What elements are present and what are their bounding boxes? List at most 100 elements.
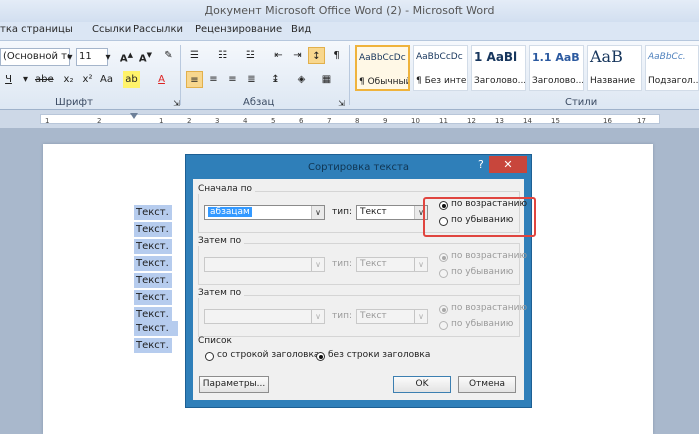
cancel-button[interactable]: Отмена xyxy=(458,376,516,393)
ruler-tick: 12 xyxy=(467,117,476,125)
then-by-type-select-1[interactable]: Текст ∨ xyxy=(356,257,428,272)
with-header-row-radio[interactable] xyxy=(205,352,214,361)
font-color-icon[interactable]: A xyxy=(153,71,170,88)
ok-button[interactable]: OK xyxy=(393,376,451,393)
font-name-combo[interactable]: (Основной те xyxy=(0,48,70,66)
style-label: Заголово... xyxy=(532,76,584,86)
group-divider xyxy=(180,45,181,105)
style-preview: 1.1 AaB xyxy=(532,51,580,64)
shading-icon[interactable]: ◈ xyxy=(293,71,310,88)
style-heading-1[interactable]: 1 AaBl Заголово... xyxy=(471,45,526,91)
document-line[interactable]: Текст. xyxy=(134,205,172,220)
change-case-icon[interactable]: Aa xyxy=(98,71,115,88)
style-preview: AaBbCcDc xyxy=(416,52,463,62)
style-label: Название xyxy=(590,76,636,86)
line-spacing-icon[interactable]: ↨ xyxy=(267,71,284,88)
then-by-descending-radio-2[interactable] xyxy=(439,321,448,330)
first-line-indent-marker[interactable] xyxy=(130,113,138,119)
clear-format-icon[interactable]: ✎ xyxy=(160,47,177,64)
style-preview: AaBbCc. xyxy=(648,52,686,62)
then-by-descending-label-2[interactable]: по убыванию xyxy=(451,319,513,329)
then-by-descending-radio-1[interactable] xyxy=(439,269,448,278)
tab-page-layout[interactable]: тка страницы xyxy=(0,24,73,35)
document-line[interactable]: Текст. xyxy=(134,273,172,288)
then-by-field-select-1[interactable]: ∨ xyxy=(204,257,325,272)
multilevel-list-icon[interactable]: ☳ xyxy=(242,47,259,64)
show-marks-icon[interactable]: ¶ xyxy=(328,47,345,64)
grow-font-icon[interactable]: A▲ xyxy=(118,47,135,64)
ruler-tick: 4 xyxy=(243,117,248,125)
style-normal[interactable]: AaBbCcDc ¶ Обычный xyxy=(355,45,410,91)
document-line[interactable]: Текст. xyxy=(134,222,172,237)
then-by-ascending-label-2[interactable]: по возрастанию xyxy=(451,303,527,313)
font-size-dropdown-icon[interactable]: ▾ xyxy=(104,49,112,66)
chevron-down-icon: ∨ xyxy=(311,206,324,219)
chevron-down-icon: ∨ xyxy=(311,310,324,323)
tab-references[interactable]: Ссылки xyxy=(92,24,131,35)
document-line[interactable]: Текст. xyxy=(134,290,172,305)
underline-dropdown-icon[interactable]: ▾ xyxy=(17,71,34,88)
then-by-ascending-radio-1[interactable] xyxy=(439,253,448,262)
style-heading-2[interactable]: 1.1 AaB Заголово... xyxy=(529,45,584,91)
shrink-font-icon[interactable]: A▼ xyxy=(137,47,154,64)
with-header-row-label[interactable]: со строкой заголовка xyxy=(217,350,319,360)
borders-icon[interactable]: ▦ xyxy=(318,71,335,88)
sort-icon[interactable]: ↕ xyxy=(308,47,325,64)
then-by-label-1: Затем по xyxy=(198,236,245,246)
subscript-icon[interactable]: x₂ xyxy=(60,71,77,88)
ruler-tick: 7 xyxy=(327,117,332,125)
without-header-row-label[interactable]: без строки заголовка xyxy=(328,350,430,360)
justify-icon[interactable]: ≣ xyxy=(243,71,260,88)
sort-by-type-select[interactable]: Текст ∨ xyxy=(356,205,428,220)
underline-icon[interactable]: Ч xyxy=(0,71,17,88)
style-title[interactable]: AaB Название xyxy=(587,45,642,91)
annotation-highlight-box xyxy=(423,197,536,237)
options-button[interactable]: Параметры... xyxy=(199,376,269,393)
then-by-field-select-2[interactable]: ∨ xyxy=(204,309,325,324)
align-center-icon[interactable]: ≡ xyxy=(205,71,222,88)
document-line[interactable]: Текст. xyxy=(134,256,172,271)
superscript-icon[interactable]: x² xyxy=(79,71,96,88)
style-subtitle[interactable]: AaBbCc. Подзагол... xyxy=(645,45,699,91)
ruler-tick: 13 xyxy=(495,117,504,125)
increase-indent-icon[interactable]: ⇥ xyxy=(289,47,306,64)
window-title: Документ Microsoft Office Word (2) - Mic… xyxy=(204,4,495,17)
sort-by-field-value: абзацам xyxy=(208,207,252,217)
style-no-spacing[interactable]: AaBbCcDc ¶ Без инте... xyxy=(413,45,468,91)
align-right-icon[interactable]: ≡ xyxy=(224,71,241,88)
decrease-indent-icon[interactable]: ⇤ xyxy=(270,47,287,64)
horizontal-ruler[interactable]: 1 2 1 2 3 4 5 6 7 8 9 10 11 12 13 14 15 … xyxy=(0,110,699,129)
document-line[interactable]: Текст. xyxy=(134,307,172,322)
tab-mailings[interactable]: Рассылки xyxy=(133,24,183,35)
sort-by-type-label: тип: xyxy=(332,207,353,217)
ruler-tick: 15 xyxy=(551,117,560,125)
sort-by-field-select[interactable]: абзацам ∨ xyxy=(204,205,325,220)
tab-view[interactable]: Вид xyxy=(291,24,311,35)
list-label: Список xyxy=(198,336,232,346)
ruler-tick: 3 xyxy=(215,117,220,125)
then-by-descending-label-1[interactable]: по убыванию xyxy=(451,267,513,277)
tab-review[interactable]: Рецензирование xyxy=(195,24,282,35)
numbering-icon[interactable]: ☷ xyxy=(214,47,231,64)
window-title-bar: Документ Microsoft Office Word (2) - Mic… xyxy=(0,0,699,22)
align-left-icon[interactable]: ≡ xyxy=(186,71,203,88)
ruler-tick: 9 xyxy=(383,117,388,125)
bullets-icon[interactable]: ☰ xyxy=(186,47,203,64)
font-name-dropdown-icon[interactable]: ▾ xyxy=(66,49,74,66)
document-line[interactable]: Текст. xyxy=(134,321,178,336)
ruler-tick: 10 xyxy=(411,117,420,125)
strikethrough-icon[interactable]: abe xyxy=(35,71,54,88)
highlight-color-icon[interactable]: ab xyxy=(123,71,140,88)
document-line[interactable]: Текст. xyxy=(134,239,172,254)
document-line[interactable]: Текст. xyxy=(134,338,172,353)
ruler-tick: 11 xyxy=(439,117,448,125)
style-label: Подзагол... xyxy=(648,76,699,86)
then-by-type-select-2[interactable]: Текст ∨ xyxy=(356,309,428,324)
then-by-ascending-radio-2[interactable] xyxy=(439,305,448,314)
chevron-down-icon: ∨ xyxy=(311,258,324,271)
then-by-ascending-label-1[interactable]: по возрастанию xyxy=(451,251,527,261)
help-icon[interactable]: ? xyxy=(478,158,484,171)
without-header-row-radio[interactable] xyxy=(316,352,325,361)
close-button[interactable]: ✕ xyxy=(489,156,527,173)
then-by-label-2: Затем по xyxy=(198,288,245,298)
